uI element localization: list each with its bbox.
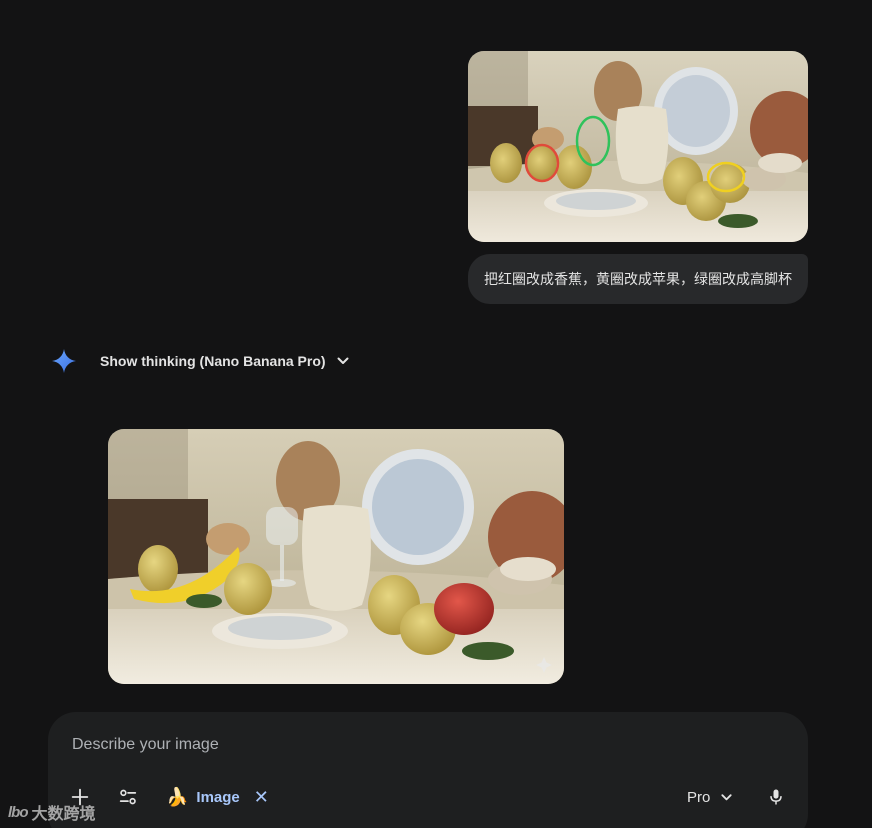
image-mode-label: Image bbox=[196, 788, 240, 806]
prompt-input[interactable] bbox=[72, 734, 752, 756]
chevron-down-icon bbox=[337, 357, 349, 364]
show-thinking-label: Show thinking (Nano Banana Pro) bbox=[100, 353, 326, 369]
model-selector[interactable]: Pro bbox=[687, 785, 733, 809]
watermark-text: 大数跨境 bbox=[31, 804, 96, 823]
image-mode-chip[interactable]: 🍌 Image ✕ bbox=[166, 784, 269, 810]
model-response-header: Show thinking (Nano Banana Pro) bbox=[52, 347, 350, 375]
microphone-icon bbox=[770, 789, 782, 805]
gemini-spark-icon bbox=[52, 349, 76, 373]
still-life-image-result bbox=[108, 429, 564, 684]
model-selector-label: Pro bbox=[687, 788, 711, 806]
user-message-bubble: 把红圈改成香蕉，黄圈改成苹果，绿圈改成高脚杯 bbox=[468, 254, 808, 304]
tools-button[interactable] bbox=[116, 785, 140, 809]
banana-icon: 🍌 bbox=[166, 787, 189, 807]
generated-image[interactable] bbox=[108, 429, 564, 684]
tune-icon bbox=[119, 789, 137, 805]
microphone-button[interactable] bbox=[764, 785, 788, 809]
prompt-composer: 🍌 Image ✕ Pro bbox=[48, 712, 808, 828]
user-message-text: 把红圈改成香蕉，黄圈改成苹果，绿圈改成高脚杯 bbox=[484, 272, 792, 288]
chevron-down-icon bbox=[721, 793, 732, 800]
remove-image-mode-button[interactable]: ✕ bbox=[254, 788, 269, 806]
still-life-image-circled bbox=[468, 51, 808, 242]
user-uploaded-image[interactable] bbox=[468, 51, 808, 242]
watermark-logo: lbo bbox=[8, 803, 28, 821]
watermark: lbo 大数跨境 bbox=[8, 800, 96, 824]
show-thinking-toggle[interactable]: Show thinking (Nano Banana Pro) bbox=[100, 353, 350, 369]
